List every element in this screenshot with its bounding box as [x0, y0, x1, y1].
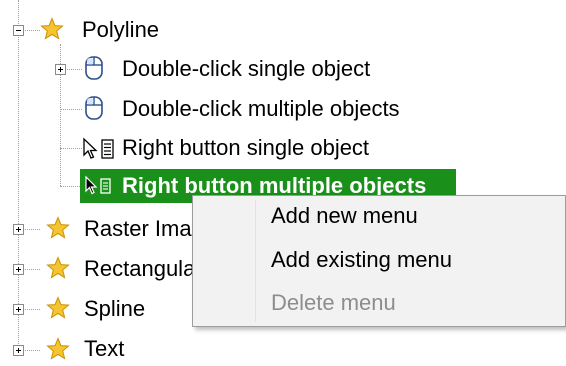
- add-new-menu-item[interactable]: Add new menu: [271, 199, 418, 233]
- tree-node-polyline[interactable]: Polyline: [82, 13, 159, 47]
- tree-line: [18, 0, 19, 352]
- menu-item-label: Delete menu: [271, 290, 396, 315]
- star-icon: [46, 296, 70, 319]
- menu-icon-column-separator: [255, 200, 256, 322]
- tree-node-label: Right button single object: [122, 135, 370, 160]
- tree-line: [60, 148, 82, 149]
- tree-node-rectangular[interactable]: Rectangula: [84, 252, 195, 286]
- tree-line: [60, 109, 82, 110]
- expand-icon[interactable]: [55, 64, 66, 75]
- tree-node-label: Raster Ima: [84, 216, 192, 241]
- expand-icon[interactable]: [13, 304, 24, 315]
- star-icon: [46, 337, 70, 360]
- tree-node-label: Polyline: [82, 17, 160, 42]
- menu-item-label: Add existing menu: [271, 247, 452, 272]
- star-icon: [46, 256, 70, 279]
- expand-icon[interactable]: [13, 224, 24, 235]
- tree-node-label: Rectangula: [84, 256, 196, 281]
- star-icon: [40, 17, 64, 40]
- tree-node-spline[interactable]: Spline: [84, 292, 145, 326]
- tree-node-raster-image[interactable]: Raster Ima: [84, 212, 192, 246]
- delete-menu-item: Delete menu: [271, 286, 396, 320]
- expand-icon[interactable]: [13, 264, 24, 275]
- tree-node-label: Double-click multiple objects: [122, 96, 400, 121]
- tree-node-label: Text: [84, 336, 125, 361]
- mouse-icon: [85, 56, 103, 80]
- tree-node-double-click-single[interactable]: Double-click single object: [122, 52, 370, 86]
- cursor-menu-icon: [85, 175, 111, 195]
- expand-icon[interactable]: [13, 345, 24, 356]
- tree-node-label: Double-click single object: [122, 56, 371, 81]
- mouse-icon: [85, 96, 103, 120]
- collapse-icon[interactable]: [13, 25, 24, 36]
- tree-line: [60, 186, 82, 187]
- menu-item-label: Add new menu: [271, 203, 418, 228]
- star-icon: [46, 216, 70, 239]
- tree-node-label: Spline: [84, 296, 146, 321]
- add-existing-menu-item[interactable]: Add existing menu: [271, 243, 452, 277]
- context-menu: Add new menu Add existing menu Delete me…: [192, 195, 566, 327]
- tree-node-right-button-single[interactable]: Right button single object: [122, 131, 369, 165]
- cursor-menu-icon: [83, 137, 114, 159]
- tree-node-double-click-multiple[interactable]: Double-click multiple objects: [122, 92, 400, 126]
